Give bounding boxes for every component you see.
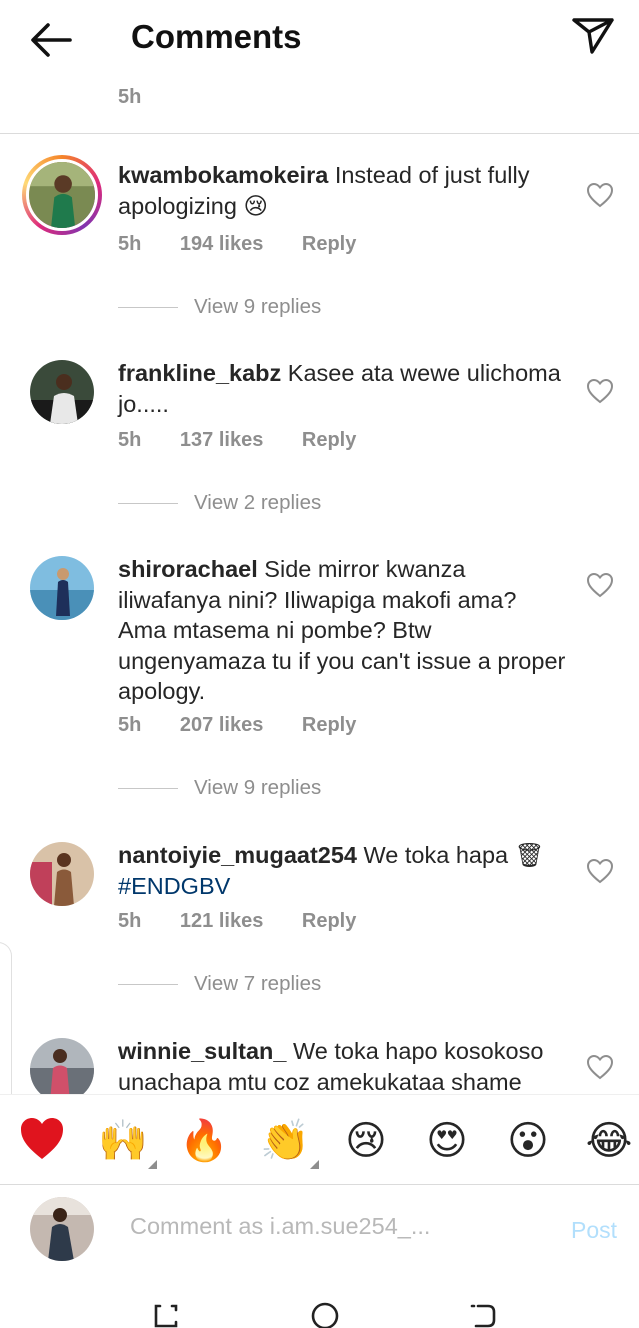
post-button[interactable]: Post (571, 1217, 617, 1244)
like-heart-icon[interactable] (586, 378, 614, 404)
view-replies[interactable]: View 9 replies (118, 776, 321, 800)
hashtag-link[interactable]: #ENDGBV (118, 873, 230, 899)
comment-username[interactable]: nantoiyie_mugaat254 (118, 842, 357, 868)
raising-hands-icon: 🙌 (98, 1118, 148, 1164)
replies-line (118, 788, 178, 790)
raising-hands-emoji-button[interactable]: 🙌 (97, 1115, 157, 1169)
comment-time: 5h (118, 910, 142, 932)
comment-item: winnie_sultan_ We toka hapo kosokoso una… (0, 1036, 639, 1094)
tears-of-joy-icon: 😂 (585, 1118, 633, 1164)
comment-likes[interactable]: 194 likes (180, 233, 263, 256)
emoji-quick-bar: 🙌 🔥 👏 😢 😍 😮 😂 (0, 1094, 639, 1184)
view-replies-label: View 9 replies (194, 295, 322, 318)
red-heart-icon (21, 1118, 63, 1159)
view-replies-label: View 9 replies (194, 776, 322, 799)
avatar[interactable] (30, 360, 94, 424)
clapping-hands-emoji-button[interactable]: 👏 (259, 1115, 319, 1169)
comment-username[interactable]: frankline_kabz (118, 360, 281, 386)
surprised-face-emoji-button[interactable]: 😮 (502, 1115, 554, 1167)
home-icon[interactable] (309, 1300, 341, 1328)
skin-tone-indicator (310, 1160, 319, 1169)
comment-likes[interactable]: 137 likes (180, 429, 263, 452)
tears-of-joy-emoji-button[interactable]: 😂 (583, 1115, 635, 1167)
like-heart-icon[interactable] (586, 858, 614, 884)
comment-time: 5h (118, 429, 142, 451)
comment-text: We toka hapa (363, 842, 509, 868)
avatar[interactable] (22, 155, 102, 235)
crying-face-emoji-button[interactable]: 😢 (340, 1115, 392, 1167)
skin-tone-indicator (148, 1160, 157, 1169)
avatar[interactable] (30, 842, 94, 906)
comment-time: 5h (118, 233, 142, 255)
crying-face-icon: 😢 (345, 1118, 387, 1164)
reply-button[interactable]: Reply (302, 233, 356, 256)
like-heart-icon[interactable] (586, 182, 614, 208)
like-heart-icon[interactable] (586, 572, 614, 598)
back-icon[interactable] (468, 1300, 500, 1328)
comment-time: 5h (118, 714, 142, 736)
clapping-hands-icon: 👏 (260, 1118, 310, 1164)
avatar[interactable] (30, 1038, 94, 1094)
back-arrow-icon[interactable] (26, 20, 74, 60)
replies-line (118, 984, 178, 986)
comment-composer: Post (0, 1184, 639, 1274)
crying-face-icon: 😢 (243, 192, 268, 219)
caption-divider (0, 133, 639, 134)
caption-time: 5h (118, 86, 142, 108)
like-heart-icon[interactable] (586, 1054, 614, 1080)
comment-input[interactable] (130, 1213, 550, 1240)
replies-line (118, 307, 178, 309)
page-title: Comments (131, 18, 302, 55)
system-nav-bar (0, 1274, 639, 1328)
view-replies[interactable]: View 2 replies (118, 491, 321, 515)
reply-button[interactable]: Reply (302, 910, 356, 933)
wastebasket-icon: 🗑 (514, 842, 545, 868)
reply-button[interactable]: Reply (302, 429, 356, 452)
view-replies-label: View 2 replies (194, 491, 322, 514)
comment-likes[interactable]: 207 likes (180, 714, 263, 737)
surprised-face-icon: 😮 (507, 1118, 549, 1164)
view-replies[interactable]: View 7 replies (118, 972, 321, 996)
avatar[interactable] (30, 556, 94, 620)
replies-line (118, 503, 178, 505)
send-icon[interactable] (568, 14, 618, 58)
comment-username[interactable]: winnie_sultan_ (118, 1038, 286, 1064)
fire-icon: 🔥 (179, 1118, 229, 1164)
view-replies-label: View 7 replies (194, 972, 322, 995)
heart-emoji-button[interactable] (16, 1115, 68, 1167)
heart-eyes-icon: 😍 (426, 1118, 468, 1164)
fire-emoji-button[interactable]: 🔥 (178, 1115, 230, 1167)
comment-username[interactable]: shirorachael (118, 556, 258, 582)
reply-button[interactable]: Reply (302, 714, 356, 737)
comment-likes[interactable]: 121 likes (180, 910, 263, 933)
view-replies[interactable]: View 9 replies (118, 295, 321, 319)
comment-username[interactable]: kwambokamokeira (118, 162, 328, 188)
recent-apps-icon[interactable] (150, 1300, 182, 1328)
header: Comments (0, 0, 639, 78)
current-user-avatar (30, 1197, 94, 1261)
heart-eyes-emoji-button[interactable]: 😍 (421, 1115, 473, 1167)
